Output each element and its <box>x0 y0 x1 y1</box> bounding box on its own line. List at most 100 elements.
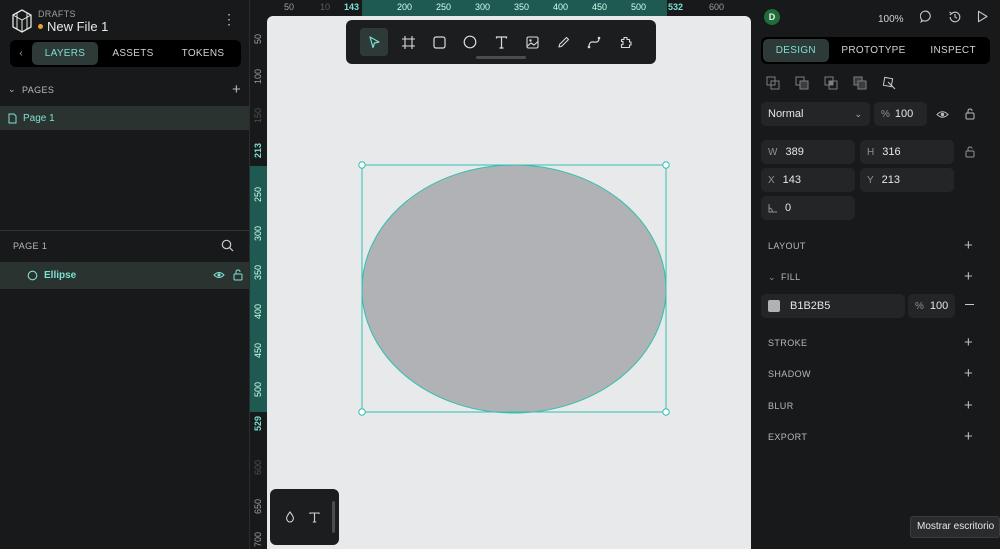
y-label: Y <box>867 174 874 186</box>
play-icon[interactable] <box>977 10 988 23</box>
resize-handle-top-right[interactable] <box>662 161 670 169</box>
ruler-tick: 200 <box>397 2 413 12</box>
color-drop-icon[interactable] <box>285 511 295 523</box>
add-blur-icon[interactable]: + <box>964 398 973 413</box>
blend-mode-select[interactable]: Normal ⌄ <box>761 102 870 126</box>
page-item[interactable]: Page 1 <box>0 106 249 130</box>
history-icon[interactable] <box>948 10 962 24</box>
visibility-eye-icon[interactable] <box>213 270 225 280</box>
ruler-tick: 300 <box>253 225 263 241</box>
x-value: 143 <box>782 174 802 186</box>
ruler-tick: 250 <box>253 186 263 202</box>
y-position-field[interactable]: Y 213 <box>860 168 954 192</box>
add-page-icon[interactable]: + <box>232 82 241 97</box>
project-section-label[interactable]: DRAFTS <box>38 9 76 19</box>
unsaved-dot-icon <box>38 24 43 29</box>
palette-scrollbar[interactable] <box>332 501 335 533</box>
resize-handle-bottom-left[interactable] <box>358 408 366 416</box>
pointer-icon[interactable] <box>360 28 388 56</box>
ruler-left: 50 100 150 213 250 300 350 400 450 500 5… <box>250 16 267 549</box>
add-shadow-icon[interactable]: + <box>964 366 973 381</box>
ruler-tick: 50 <box>284 2 295 12</box>
tab-prototype[interactable]: PROTOTYPE <box>829 39 919 62</box>
comments-icon[interactable] <box>920 10 933 23</box>
lock-icon[interactable] <box>233 269 243 281</box>
remove-fill-icon[interactable] <box>965 304 974 305</box>
ruler-tick: 400 <box>253 303 263 319</box>
ellipse-layer-icon <box>27 270 38 281</box>
layer-opacity-field[interactable]: % 100 <box>874 102 927 126</box>
add-export-icon[interactable]: + <box>964 429 973 444</box>
resize-handle-bottom-right[interactable] <box>662 408 670 416</box>
tab-design[interactable]: DESIGN <box>763 39 829 62</box>
ruler-tick-selection-start: 143 <box>344 2 360 12</box>
ellipse-icon[interactable] <box>459 31 481 53</box>
plugin-icon[interactable] <box>614 31 636 53</box>
ellipse-shape[interactable] <box>361 164 667 414</box>
fill-section-header[interactable]: ⌄ FILL <box>768 272 801 283</box>
layer-visibility-eye-icon[interactable] <box>936 110 949 119</box>
tab-assets[interactable]: ASSETS <box>98 42 168 65</box>
height-field[interactable]: H 316 <box>860 140 954 164</box>
ruler-tick: 400 <box>553 2 569 12</box>
layout-section-title: LAYOUT <box>768 241 806 251</box>
ruler-tick: 250 <box>436 2 452 12</box>
image-icon[interactable] <box>521 31 543 53</box>
fill-opacity-value: 100 <box>929 300 949 312</box>
text-icon[interactable] <box>490 31 512 53</box>
zoom-level[interactable]: 100% <box>878 14 904 25</box>
collapse-sidebar-icon[interactable]: ‹ <box>10 48 32 59</box>
panel-divider[interactable] <box>0 230 249 231</box>
ruler-tick-selection-end: 529 <box>253 415 263 431</box>
board-icon[interactable] <box>397 31 419 53</box>
tab-layers[interactable]: LAYERS <box>32 42 98 65</box>
tab-tokens[interactable]: TOKENS <box>168 42 238 65</box>
pencil-icon[interactable] <box>552 31 574 53</box>
rotation-field[interactable]: 0 <box>761 196 855 220</box>
fill-color-swatch[interactable] <box>768 300 780 312</box>
search-layers-icon[interactable] <box>221 239 234 252</box>
pages-title: PAGES <box>21 84 55 95</box>
file-name[interactable]: New File 1 <box>38 19 108 34</box>
add-fill-icon[interactable]: + <box>964 269 973 284</box>
proportion-lock-icon[interactable] <box>965 146 975 158</box>
difference-icon[interactable] <box>795 76 809 90</box>
ruler-tick-selection-start: 213 <box>253 142 263 158</box>
add-layout-icon[interactable]: + <box>964 238 973 253</box>
export-section-title: EXPORT <box>768 432 808 442</box>
app-logo-icon[interactable] <box>10 7 34 33</box>
ruler-tick: 600 <box>709 2 725 12</box>
page-item-label: Page 1 <box>23 112 55 124</box>
fill-opacity-label: % <box>915 300 924 312</box>
resize-handle-top-left[interactable] <box>358 161 366 169</box>
fill-opacity-field[interactable]: % 100 <box>908 294 955 318</box>
ruler-tick-selection-end: 532 <box>668 2 684 12</box>
user-avatar[interactable]: D <box>764 9 780 25</box>
typography-icon[interactable] <box>309 511 320 523</box>
x-position-field[interactable]: X 143 <box>761 168 855 192</box>
union-icon[interactable] <box>766 76 780 90</box>
chevron-down-icon: ⌄ <box>854 108 862 119</box>
y-value: 213 <box>881 174 901 186</box>
tab-inspect[interactable]: INSPECT <box>918 39 988 62</box>
ruler-tick: 50 <box>253 33 263 44</box>
exclude-icon[interactable] <box>853 76 867 90</box>
toolbar-drag-handle[interactable] <box>476 56 526 59</box>
layer-lock-icon[interactable] <box>965 108 975 120</box>
ruler-tick: 150 <box>253 107 263 123</box>
ruler-tick: 450 <box>592 2 608 12</box>
flatten-icon[interactable] <box>882 76 896 90</box>
layers-page-title: PAGE 1 <box>13 241 48 251</box>
pages-header[interactable]: ⌄ PAGES <box>8 84 54 95</box>
layer-item-label: Ellipse <box>44 270 77 281</box>
fill-color-field[interactable]: B1B2B5 <box>761 294 905 318</box>
layer-item-ellipse[interactable]: Ellipse <box>0 262 249 289</box>
width-field[interactable]: W 389 <box>761 140 855 164</box>
rotation-angle-icon <box>768 203 777 212</box>
selection-layer <box>358 161 670 416</box>
rectangle-icon[interactable] <box>428 31 450 53</box>
file-menu-icon[interactable]: ⋮ <box>222 12 236 26</box>
intersection-icon[interactable] <box>824 76 838 90</box>
add-stroke-icon[interactable]: + <box>964 335 973 350</box>
path-icon[interactable] <box>583 31 605 53</box>
